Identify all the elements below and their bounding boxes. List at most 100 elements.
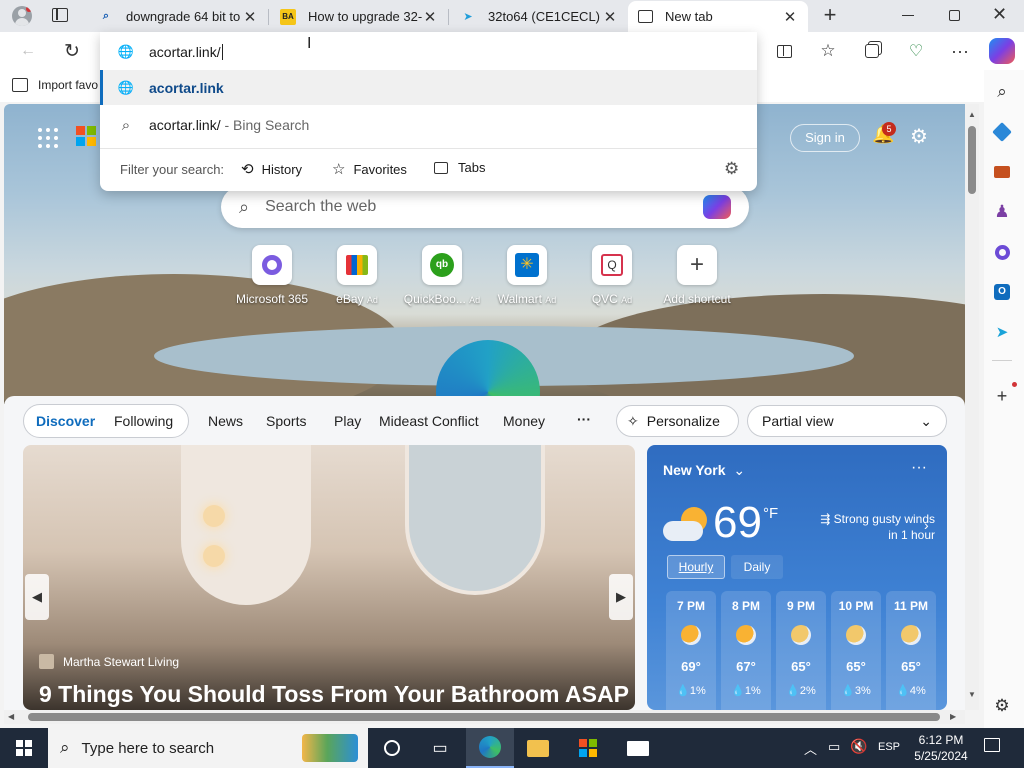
horizontal-scrollbar[interactable]: ◀ ▶ [4,710,965,724]
tab-sports[interactable]: Sports [266,413,306,429]
close-tab-icon[interactable]: ✕ [242,8,258,26]
refresh-icon[interactable]: ↻ [58,37,86,65]
store-icon[interactable] [564,728,612,768]
article-headline[interactable]: 9 Things You Should Toss From Your Bathr… [39,681,629,708]
shortcut-ebay[interactable]: eBay Ad [312,245,402,306]
carousel-prev-button[interactable]: ◀ [25,574,49,620]
profile-avatar[interactable] [12,6,32,26]
web-search-box[interactable]: ⌕ Search the web [221,186,749,228]
shortcut-qvc[interactable]: Q QVC Ad [567,245,657,306]
tab-new-tab[interactable]: New tab ✕ [628,1,808,32]
hourly-tab[interactable]: Hourly [667,555,725,579]
split-screen-icon[interactable] [770,37,798,65]
copilot-icon[interactable] [989,38,1015,64]
tab-following[interactable]: Following [114,413,173,429]
close-tab-icon[interactable]: ✕ [602,8,618,26]
source-avatar [39,654,54,669]
search-icon[interactable]: ⌕ [990,80,1014,104]
scroll-left-icon[interactable]: ◀ [8,712,14,721]
file-explorer-icon[interactable] [514,728,562,768]
tools-icon[interactable] [990,160,1014,184]
close-window-button[interactable]: ✕ [992,4,1007,25]
shopping-icon[interactable] [990,120,1014,144]
tab-mideast-conflict[interactable]: Mideast Conflict [379,413,479,429]
more-options-icon[interactable]: ··· [911,459,927,477]
filter-tabs[interactable]: Tabs [434,160,485,175]
partly-cloudy-icon [663,505,709,545]
outlook-icon[interactable]: O [990,280,1014,304]
hour-forecast: 11 PM 65° 💧4% [886,591,936,710]
apps-launcher-icon[interactable] [38,128,58,148]
import-favorites-link[interactable]: Import favo [12,78,98,92]
search-suggestion[interactable]: ⌕ acortar.link/ - Bing Search [100,107,757,143]
add-sidebar-app-icon[interactable]: + [990,384,1014,408]
collections-icon[interactable] [858,37,886,65]
filter-favorites[interactable]: ☆ Favorites [332,160,407,178]
add-favorite-icon[interactable]: ☆ [814,37,842,65]
tab-news[interactable]: News [208,413,243,429]
mail-icon[interactable] [614,728,662,768]
weather-alert[interactable]: ⇶ Strong gusty winds in 1 hour [795,511,935,543]
vertical-scrollbar[interactable]: ▲ ▼ [965,104,979,710]
chevron-up-icon[interactable]: ︿ [804,739,817,758]
language-indicator[interactable]: ESP [878,741,900,753]
shortcut-quickbooks[interactable]: qb QuickBoo... Ad [397,245,487,306]
personalize-button[interactable]: ✧ Personalize [616,405,739,437]
view-select[interactable]: Partial view ⌄ [747,405,947,437]
hour-temp: 69° [681,659,701,674]
search-settings-icon[interactable]: ⚙ [724,159,739,179]
clock-time: 6:12 PM [918,733,964,747]
weather-card[interactable]: New York ⌄ ··· 69 °F ⇶ Strong gusty wind… [647,445,947,710]
url-suggestion[interactable]: 🌐 acortar.link [100,70,757,105]
tab-downgrade[interactable]: ⌕ downgrade 64 bit to ✕ [88,1,268,32]
tab-play[interactable]: Play [334,413,361,429]
browser-essentials-icon[interactable]: ♡ [902,37,930,65]
article-card[interactable]: Martha Stewart Living 9 Things You Shoul… [23,445,635,710]
copilot-icon[interactable] [703,195,731,219]
restore-button[interactable] [949,10,960,21]
cortana-icon[interactable] [368,728,416,768]
edge-taskbar-icon[interactable] [466,728,514,768]
scroll-right-icon[interactable]: ▶ [950,712,956,721]
clock[interactable]: 6:12 PM 5/25/2024 [912,732,970,764]
minimize-button[interactable] [902,15,914,16]
scroll-up-icon[interactable]: ▲ [968,110,976,119]
daily-tab[interactable]: Daily [731,555,783,579]
filter-history[interactable]: ⟲ History [241,160,302,178]
scrollbar-thumb[interactable] [968,126,976,194]
volume-muted-icon[interactable]: 🔇 [850,738,867,755]
taskbar-search-box[interactable]: ⌕ Type here to search [48,728,368,768]
start-button[interactable] [0,728,48,768]
task-view-icon[interactable]: ▭ [416,728,464,768]
new-tab-button[interactable]: + [818,3,842,27]
site-favicon-icon: BA [280,8,296,25]
games-icon[interactable]: ♟ [990,200,1014,224]
more-tabs-icon[interactable]: ··· [577,411,591,427]
close-tab-icon[interactable]: ✕ [782,8,798,26]
send-icon[interactable]: ➤ [990,320,1014,344]
page-settings-icon[interactable]: ⚙ [910,124,928,149]
microsoft365-icon[interactable] [990,240,1014,264]
back-arrow-icon[interactable]: ← [14,37,42,65]
shortcut-walmart[interactable]: ✳ Walmart Ad [482,245,572,306]
tab-money[interactable]: Money [503,413,545,429]
scrollbar-thumb[interactable] [28,713,940,721]
address-input-row[interactable]: 🌐 acortar.link/ [100,34,757,70]
sign-in-button[interactable]: Sign in [790,124,860,152]
hour-time: 8 PM [731,599,760,613]
settings-more-icon[interactable]: ··· [946,37,974,65]
address-input[interactable]: acortar.link/ [149,44,223,60]
shortcut-microsoft-365[interactable]: Microsoft 365 [227,245,317,306]
shortcut-add[interactable]: + Add shortcut [652,245,742,306]
scroll-down-icon[interactable]: ▼ [968,690,976,699]
tab-32to64[interactable]: ➤ 32to64 (CE1CECL) ✕ [450,1,628,32]
sidebar-settings-icon[interactable]: ⚙ [990,694,1014,718]
close-tab-icon[interactable]: ✕ [422,8,438,26]
notification-center-icon[interactable] [984,738,1000,752]
carousel-next-button[interactable]: ▶ [609,574,633,620]
tab-actions-icon[interactable] [52,8,68,22]
weather-city[interactable]: New York ⌄ [663,462,745,479]
tab-discover[interactable]: Discover [36,413,95,429]
tab-how-to-upgrade[interactable]: BA How to upgrade 32-b ✕ [270,1,448,32]
network-icon[interactable]: ▭ [828,739,840,755]
